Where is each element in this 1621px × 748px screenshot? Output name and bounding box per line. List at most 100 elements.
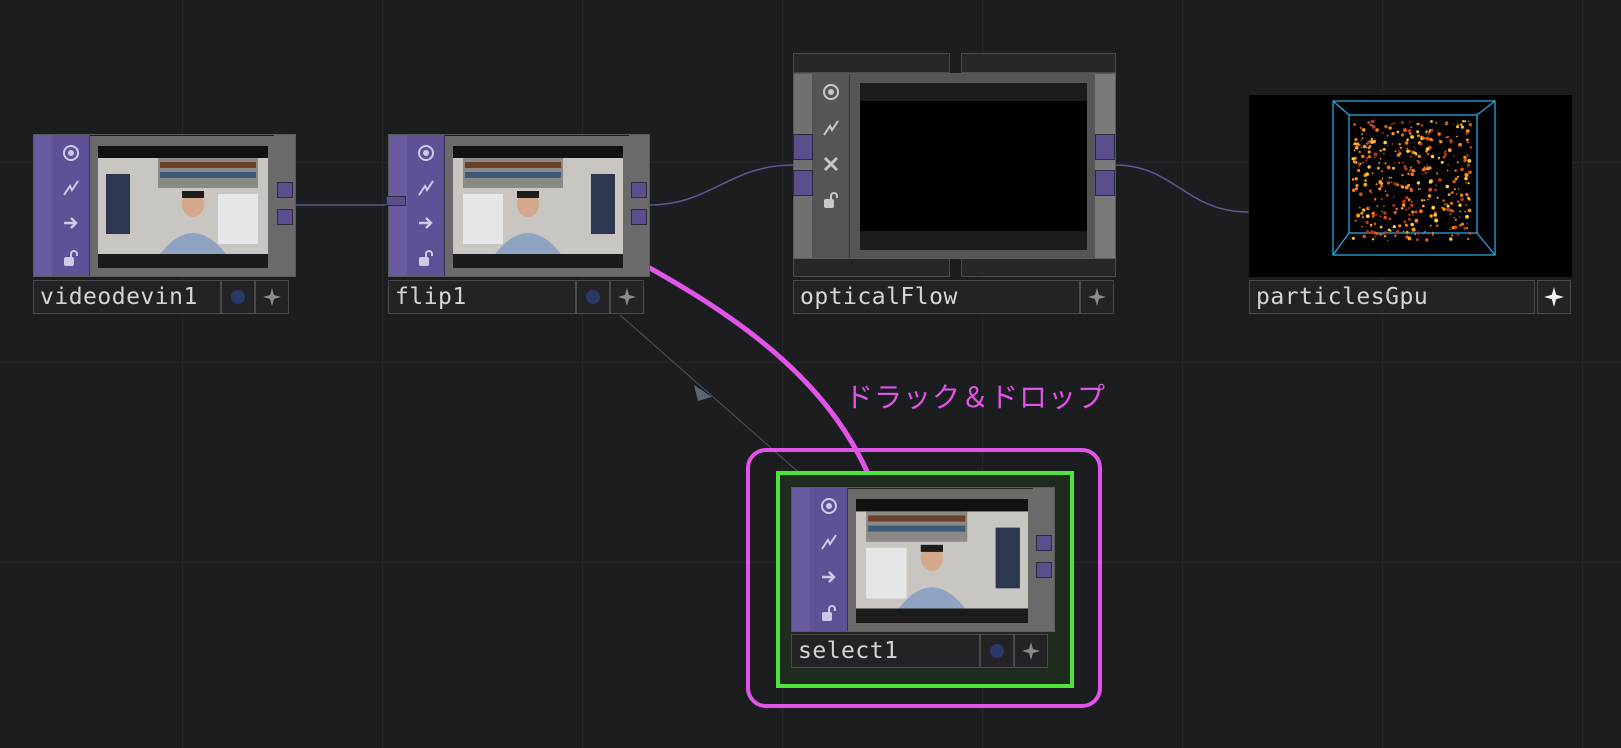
- node-body[interactable]: [791, 487, 1055, 632]
- lightning-icon[interactable]: [817, 530, 841, 554]
- particle: [1419, 209, 1423, 214]
- sparkle-button[interactable]: [1014, 634, 1048, 668]
- particle: [1409, 188, 1414, 193]
- target-icon[interactable]: [819, 80, 843, 104]
- node-name[interactable]: videodevin1: [33, 280, 221, 314]
- particle: [1414, 233, 1416, 235]
- node-viewer[interactable]: [98, 146, 268, 268]
- particle: [1363, 182, 1368, 187]
- particle: [1382, 132, 1384, 134]
- sparkle-button[interactable]: [255, 280, 289, 314]
- particle: [1392, 225, 1396, 229]
- particle: [1421, 204, 1425, 208]
- particle: [1365, 159, 1367, 162]
- output-connector[interactable]: [1036, 562, 1052, 578]
- particle: [1388, 176, 1391, 179]
- output-connector[interactable]: [1036, 535, 1052, 551]
- particle: [1368, 139, 1371, 142]
- node-body[interactable]: [793, 73, 1116, 259]
- particle: [1371, 211, 1375, 216]
- particle: [1458, 142, 1462, 147]
- input-connector[interactable]: [793, 170, 813, 196]
- viewer-frame: [850, 74, 1095, 258]
- particle: [1423, 199, 1426, 201]
- particle: [1451, 234, 1454, 237]
- particle: [1374, 156, 1376, 159]
- viewer-toggle-button[interactable]: [576, 280, 610, 314]
- particle: [1381, 210, 1383, 213]
- particle: [1449, 139, 1453, 143]
- particle: [1394, 234, 1397, 237]
- lock-icon[interactable]: [819, 188, 843, 212]
- node-name[interactable]: flip1: [388, 280, 576, 314]
- particle: [1409, 121, 1411, 123]
- particle: [1423, 233, 1425, 235]
- particle: [1395, 207, 1398, 211]
- particle: [1375, 213, 1378, 216]
- node-viewer[interactable]: [856, 499, 1028, 623]
- node-viewer[interactable]: [453, 146, 623, 268]
- lightning-icon[interactable]: [59, 176, 83, 200]
- particle: [1425, 147, 1430, 151]
- particle: [1359, 192, 1363, 196]
- node-name[interactable]: particlesGpu: [1249, 280, 1535, 314]
- viewer-toggle-button[interactable]: [980, 634, 1014, 668]
- particle: [1430, 128, 1434, 132]
- particle: [1426, 166, 1430, 171]
- arrow-right-icon[interactable]: [817, 565, 841, 589]
- particle: [1407, 129, 1412, 133]
- particle: [1360, 211, 1364, 215]
- sparkle-button[interactable]: [1080, 280, 1114, 314]
- lock-icon[interactable]: [817, 601, 841, 625]
- particle: [1453, 188, 1456, 191]
- particle: [1405, 196, 1409, 200]
- output-connector[interactable]: [277, 182, 293, 198]
- output-connector[interactable]: [631, 182, 647, 198]
- lightning-icon[interactable]: [819, 116, 843, 140]
- particle: [1368, 155, 1371, 159]
- particle: [1451, 191, 1454, 194]
- target-icon[interactable]: [817, 494, 841, 518]
- node-body[interactable]: [388, 134, 650, 277]
- particle: [1450, 201, 1453, 205]
- output-connector[interactable]: [277, 209, 293, 225]
- target-icon[interactable]: [59, 141, 83, 165]
- particle: [1362, 161, 1364, 164]
- viewer-dot-icon: [990, 644, 1004, 658]
- node-viewer[interactable]: [860, 83, 1087, 250]
- output-connector[interactable]: [631, 209, 647, 225]
- target-icon[interactable]: [414, 141, 438, 165]
- lock-icon[interactable]: [59, 246, 83, 270]
- drag-drop-annotation: ドラック＆ドロップ: [845, 381, 1107, 414]
- particle: [1391, 143, 1393, 145]
- particle: [1374, 214, 1376, 217]
- node-name[interactable]: opticalFlow: [793, 280, 1080, 314]
- input-connector[interactable]: [793, 134, 813, 160]
- node-body[interactable]: [33, 134, 296, 277]
- node-viewer[interactable]: [1249, 95, 1572, 277]
- particle: [1420, 199, 1424, 202]
- lock-icon[interactable]: [414, 246, 438, 270]
- arrow-right-icon[interactable]: [59, 211, 83, 235]
- particle: [1419, 142, 1423, 146]
- particle: [1460, 197, 1464, 202]
- sparkle-button[interactable]: [610, 280, 644, 314]
- node-name[interactable]: select1: [791, 634, 980, 668]
- output-connector[interactable]: [1095, 170, 1115, 196]
- sparkle-button[interactable]: [1537, 280, 1571, 314]
- particle: [1407, 172, 1410, 175]
- particle: [1426, 164, 1429, 167]
- lightning-icon[interactable]: [414, 176, 438, 200]
- particle: [1456, 125, 1460, 129]
- particle: [1407, 183, 1411, 187]
- close-icon[interactable]: [819, 152, 843, 176]
- particle: [1353, 123, 1356, 126]
- particle: [1370, 192, 1372, 194]
- sparkle-icon: [1088, 288, 1106, 306]
- viewer-toggle-button[interactable]: [221, 280, 255, 314]
- comp-tab-left: [793, 53, 950, 73]
- input-connector[interactable]: [386, 196, 406, 206]
- particle: [1367, 120, 1371, 125]
- arrow-right-icon[interactable]: [414, 211, 438, 235]
- output-connector[interactable]: [1095, 134, 1115, 160]
